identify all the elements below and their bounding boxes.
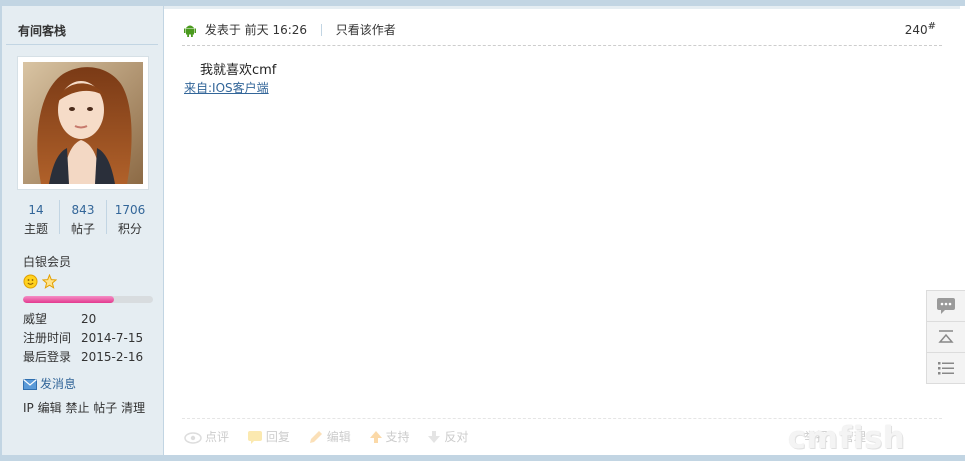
author-name[interactable]: 有间客栈 (18, 22, 66, 39)
stat-label: 主题 (23, 222, 48, 236)
post-actions: 点评 回复 编辑 支持 反对 (184, 428, 482, 448)
site-watermark: cmfish (788, 421, 906, 456)
info-key: 最后登录 (23, 350, 72, 364)
reply-icon (247, 431, 262, 444)
reply-label: 回复 (265, 430, 290, 444)
oppose-button[interactable]: 反对 (427, 428, 468, 445)
edit-label: 编辑 (326, 430, 351, 444)
eye-icon (184, 432, 202, 444)
stat-credits[interactable]: 1706 积分 (107, 198, 153, 238)
floor-number[interactable]: 240# (905, 21, 936, 37)
sun-icon (23, 274, 38, 289)
header-divider (182, 45, 942, 46)
android-icon (184, 25, 196, 37)
admin-links: IP 编辑 禁止 帖子 清理 (23, 399, 145, 416)
floating-toolbar (926, 290, 965, 384)
info-value: 2014-7-15 (81, 331, 144, 345)
arrow-top-icon (938, 330, 954, 343)
stat-label: 积分 (117, 222, 142, 236)
progress-fill (23, 296, 114, 303)
admin-ip[interactable]: IP (23, 401, 34, 415)
info-row: 威望 20 (23, 312, 143, 331)
comment-button[interactable]: 点评 (184, 428, 229, 445)
list-icon (938, 362, 954, 375)
avatar[interactable] (17, 56, 149, 190)
client-source-link[interactable]: 来自:IOS客户端 (184, 79, 269, 96)
support-button[interactable]: 支持 (369, 428, 410, 445)
floor-mark: # (927, 21, 936, 32)
info-value: 20 (81, 312, 97, 326)
stat-posts[interactable]: 843 帖子 (60, 198, 106, 238)
admin-posts[interactable]: 帖子 (93, 401, 117, 415)
posted-label: 发表于 (204, 23, 241, 37)
divider (6, 44, 158, 45)
stat-value: 843 (71, 203, 95, 217)
oppose-label: 反对 (444, 430, 469, 444)
stat-value: 14 (28, 203, 44, 217)
info-row: 最后登录 2015-2-16 (23, 350, 143, 369)
chat-icon (937, 298, 955, 314)
post-body: 发表于 前天 16:26 只看该作者 240# 我就喜欢cmf 来自:IOS客户… (164, 9, 960, 456)
credit-progress-bar (23, 296, 153, 303)
arrow-up-icon (369, 431, 382, 443)
stat-value: 1706 (114, 203, 146, 217)
arrow-down-icon (428, 431, 441, 443)
author-info: 威望 20 注册时间 2014-7-15 最后登录 2015-2-16 (23, 312, 143, 369)
info-key: 注册时间 (23, 331, 72, 345)
send-message-label: 发消息 (40, 377, 77, 391)
stat-threads[interactable]: 14 主题 (13, 198, 59, 238)
post-content: 我就喜欢cmf (200, 63, 277, 78)
admin-edit[interactable]: 编辑 (38, 401, 62, 415)
pencil-icon (309, 431, 322, 443)
support-label: 支持 (385, 430, 410, 444)
post-header: 发表于 前天 16:26 只看该作者 240# (184, 21, 940, 45)
quick-reply-button[interactable] (926, 290, 965, 322)
back-to-list-button[interactable] (926, 352, 965, 384)
stat-label: 帖子 (70, 222, 95, 236)
divider (320, 23, 322, 36)
floor-value: 240 (904, 23, 928, 37)
comment-label: 点评 (205, 430, 230, 444)
reply-button[interactable]: 回复 (247, 428, 290, 445)
edit-button[interactable]: 编辑 (308, 428, 351, 445)
admin-clean[interactable]: 清理 (121, 401, 145, 415)
author-stats: 14 主题 843 帖子 1706 积分 (10, 198, 154, 238)
bottom-border (0, 455, 965, 461)
info-value: 2015-2-16 (81, 350, 144, 364)
envelope-icon (23, 379, 37, 390)
user-group[interactable]: 白银会员 (23, 253, 71, 270)
avatar-image (23, 62, 143, 184)
footer-divider (182, 418, 942, 419)
star-icon (41, 274, 57, 289)
rank-icons (23, 274, 57, 290)
author-sidebar: 有间客栈 14 主题 843 帖子 1706 积分 白银会员 威望 20 注册时… (2, 6, 164, 455)
send-message-link[interactable]: 发消息 (23, 375, 76, 391)
author-only-link[interactable]: 只看该作者 (336, 23, 396, 37)
info-row: 注册时间 2014-7-15 (23, 331, 143, 350)
info-key: 威望 (23, 312, 48, 326)
back-to-top-button[interactable] (926, 321, 965, 353)
admin-ban[interactable]: 禁止 (65, 401, 89, 415)
post-time: 前天 16:26 (244, 23, 308, 37)
